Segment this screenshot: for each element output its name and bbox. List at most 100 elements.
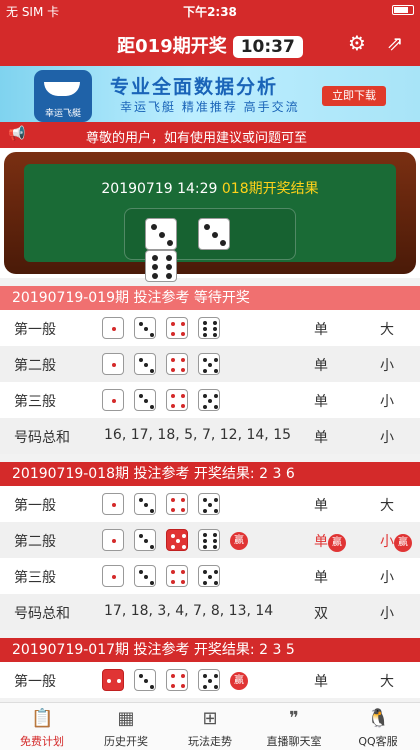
die-pip [166, 264, 173, 270]
die-pip [212, 539, 217, 543]
die-4 [166, 317, 188, 339]
die-pip [112, 399, 116, 403]
odd-even-text: 单 [314, 358, 328, 374]
latest-issue-title: 018期开奖结果 [221, 181, 319, 197]
tab-label: QQ客服 [358, 735, 398, 748]
die-pip [181, 544, 186, 549]
app-logo: 幸运飞艇 [34, 70, 92, 122]
tab-qq-service[interactable]: 🐧 QQ客服 [336, 703, 420, 750]
share-icon[interactable]: ⇗ [384, 32, 406, 54]
die-pip [180, 322, 185, 327]
chat-bubble-icon: ❞ [289, 708, 299, 729]
die-pip [202, 673, 207, 678]
die-pip [204, 224, 210, 230]
die-pip [149, 508, 154, 513]
big-small-text: 小 [380, 606, 394, 622]
die-4 [166, 669, 188, 691]
dice-group [102, 565, 230, 587]
die-pip [203, 333, 208, 338]
row-label: 第二般 [14, 358, 56, 374]
odd-even-text: 双 [314, 606, 328, 622]
tab-trends[interactable]: ⊞ 玩法走势 [168, 703, 252, 750]
die-pip [116, 679, 121, 683]
section-header: 20190719-019期 投注参考 等待开奖 [0, 286, 420, 310]
countdown-timer: 10:37 [232, 36, 303, 58]
tab-label: 历史开奖 [104, 735, 148, 748]
die-pip [170, 544, 175, 549]
odd-even-value: 单 [314, 567, 328, 587]
sum-numbers: 16, 17, 18, 5, 7, 12, 14, 15 [104, 427, 292, 443]
title-text: 距019期开奖 [117, 36, 227, 57]
latest-die-2 [198, 218, 230, 250]
status-bar: 无 SIM 卡 下午2:38 [0, 0, 420, 22]
die-pip [112, 327, 116, 331]
banner-subline: 幸运飞艇 精准推荐 高手交流 [120, 100, 300, 114]
latest-result-title: 20190719 14:29 018期开奖结果 [24, 178, 396, 198]
die-pip [180, 570, 185, 575]
die-pip [202, 404, 207, 409]
die-pip [149, 580, 154, 585]
die-6 [198, 529, 220, 551]
die-pip [202, 580, 207, 585]
win-badge: 赢 [230, 532, 248, 550]
odd-even-value: 双 [314, 603, 328, 623]
download-button[interactable]: 立即下载 [322, 86, 386, 106]
die-pip [212, 327, 217, 331]
odd-even-value: 单 [314, 671, 328, 691]
die-pip [208, 679, 212, 683]
odd-even-text: 单 [314, 498, 328, 514]
odd-even-text: 单 [314, 534, 328, 550]
boat-icon [44, 82, 80, 96]
settings-gear-icon[interactable]: ⚙ [346, 32, 368, 54]
row-label: 第三般 [14, 570, 56, 586]
die-pip [203, 320, 208, 325]
die-pip [203, 327, 208, 331]
die-pip [212, 232, 218, 238]
die-pip [180, 394, 185, 399]
odd-even-value: 单 [314, 355, 328, 375]
die-pip [138, 321, 143, 326]
die-pip [171, 579, 176, 584]
row-label: 第二般 [14, 534, 56, 550]
tab-history[interactable]: ▦ 历史开奖 [84, 703, 168, 750]
die-pip [144, 503, 148, 507]
die-pip [203, 545, 208, 550]
die-pip [149, 332, 154, 337]
die-pip [112, 363, 116, 367]
die-4 [166, 353, 188, 375]
big-small-value: 小 [380, 427, 394, 447]
die-3 [134, 493, 156, 515]
die-pip [202, 569, 207, 574]
tab-free-plan[interactable]: 📋 免费计划 [0, 703, 84, 750]
die-1 [102, 565, 124, 587]
die-pip [149, 544, 154, 549]
die-pip [138, 393, 143, 398]
die-5 [198, 353, 220, 375]
die-pip [181, 533, 186, 538]
die-pip [180, 507, 185, 512]
row-label: 第一般 [14, 498, 56, 514]
die-3 [134, 529, 156, 551]
die-pip [171, 683, 176, 688]
row-label: 第一般 [14, 322, 56, 338]
die-4 [166, 389, 188, 411]
die-pip [138, 673, 143, 678]
die-pip [212, 532, 217, 537]
die-1 [102, 493, 124, 515]
odd-even-value: 单 [314, 391, 328, 411]
die-pip [180, 367, 185, 372]
notice-bar[interactable]: 📢 尊敬的用户，如有使用建议或问题可至 [0, 122, 420, 148]
latest-dice-box [124, 208, 296, 282]
tab-live-chat[interactable]: ❞ 直播聊天室 [252, 703, 336, 750]
download-banner[interactable]: 幸运飞艇 专业全面数据分析 幸运飞艇 精准推荐 高手交流 立即下载 [0, 66, 420, 122]
prediction-row: 第二般 单 小 [0, 346, 420, 382]
die-pip [167, 240, 173, 246]
die-pip [180, 358, 185, 363]
big-small-value: 小 [380, 567, 394, 587]
die-pip [107, 679, 112, 683]
nav-bar: 距019期开奖 10:37 ⚙ ⇗ [0, 22, 420, 66]
latest-die-3 [145, 250, 177, 282]
die-1 [102, 389, 124, 411]
die-pip [151, 224, 157, 230]
die-pip [213, 569, 218, 574]
